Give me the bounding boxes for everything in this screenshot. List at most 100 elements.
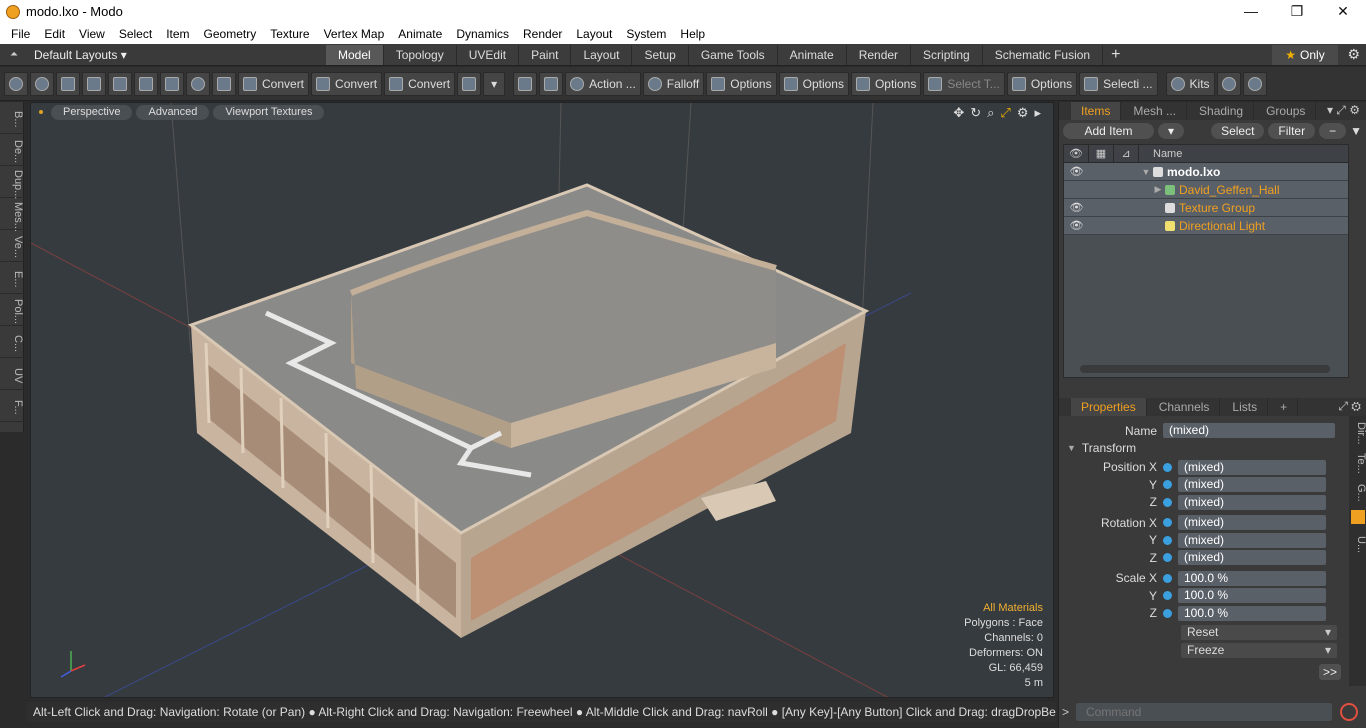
visibility-eye-icon[interactable]: 👁 [1064,165,1089,178]
tab-layout[interactable]: Layout [571,44,633,65]
horizontal-scrollbar[interactable] [1080,365,1330,373]
menu-help[interactable]: Help [673,27,712,41]
gear-icon[interactable]: ⚙ [1347,46,1360,63]
left-tab-uv[interactable]: UV [0,358,24,390]
pan-icon[interactable]: ✥ [953,105,964,121]
tab-animate[interactable]: Animate [777,44,847,65]
list-item[interactable]: 👁 Texture Group [1064,199,1348,217]
menu-system[interactable]: System [619,27,673,41]
add-tab-icon[interactable]: + [1270,398,1299,416]
side-tab-group[interactable]: G... [1349,476,1366,506]
cube-dropdown-button[interactable] [457,71,482,96]
advanced-button[interactable]: Advanced [136,104,210,120]
dropdown-arrow-button[interactable]: ▾ [483,71,506,96]
tab-model[interactable]: Model [326,44,384,65]
options-button-2[interactable]: Options [778,71,849,96]
left-tab-fusion[interactable]: F... [0,390,24,422]
keyframe-dot-icon[interactable] [1163,480,1172,490]
left-tab-vertex[interactable]: Ve... [0,230,24,262]
vertex-mode-button[interactable] [4,71,28,96]
menu-edit[interactable]: Edit [37,27,72,41]
left-tab-polygon[interactable]: Pol... [0,294,24,326]
side-tab-directional[interactable]: Dir... [1349,416,1366,446]
layout-selector[interactable]: ⏶ Default Layouts ▾ [0,48,326,62]
falloff-button[interactable]: Falloff [642,71,705,96]
panel-menu-icon[interactable]: ⤢ ⚙ [1338,399,1361,414]
3d-viewport[interactable]: Perspective Advanced Viewport Textures ✥… [30,102,1054,698]
color-swatch[interactable] [1351,510,1365,524]
tab-render[interactable]: Render [846,44,912,65]
menu-dynamics[interactable]: Dynamics [449,27,516,41]
menu-file[interactable]: File [4,27,37,41]
menu-select[interactable]: Select [112,27,159,41]
collapse-button[interactable]: − [1319,123,1347,139]
left-tab-basic[interactable]: B... [0,102,24,134]
keyframe-dot-icon[interactable] [1163,608,1172,618]
funnel-icon[interactable]: ▼ [1350,124,1362,138]
menu-view[interactable]: View [72,27,112,41]
visibility-eye-icon[interactable]: 👁 [1064,201,1089,214]
tab-shading[interactable]: Shading [1189,102,1255,120]
name-column-header[interactable]: Name [1139,148,1182,160]
panel-menu-icon[interactable]: ▾ ⤢ ⚙ [1327,103,1360,118]
tab-uvedit[interactable]: UVEdit [456,44,520,65]
tab-schematic-fusion[interactable]: Schematic Fusion [982,44,1104,65]
select-button[interactable]: Select [1211,123,1265,139]
brush-tool-button[interactable] [82,71,106,96]
name-field[interactable]: (mixed) [1163,423,1335,439]
maximize-viewport-icon[interactable]: ⤢ [1000,105,1010,121]
rotate-icon[interactable]: ↻ [970,105,981,121]
rotation-y-field[interactable]: (mixed) [1178,532,1326,548]
action-center-button[interactable]: Action ... [565,71,641,96]
options-button-4[interactable]: Options [1006,71,1078,96]
convert-button-1[interactable]: Convert [238,71,310,96]
left-tab-mesh[interactable]: Mes... [0,198,24,232]
keyframe-dot-icon[interactable] [1163,573,1172,583]
keyframe-dot-icon[interactable] [1163,497,1172,507]
zoom-icon[interactable]: ⌕ [987,105,994,121]
menu-layout[interactable]: Layout [569,27,619,41]
menu-texture[interactable]: Texture [263,27,316,41]
lock-column-icon[interactable]: ▦ [1089,144,1114,163]
viewport-gear-icon[interactable]: ⚙ [1017,105,1029,121]
snapping-button[interactable] [539,71,564,96]
rotation-z-field[interactable]: (mixed) [1178,550,1326,566]
left-tab-edge[interactable]: E... [0,262,24,294]
list-item[interactable]: ▶ David_Geffen_Hall [1064,181,1348,199]
collapse-icon[interactable]: ⏶ [10,49,18,60]
tab-properties[interactable]: Properties [1071,398,1147,416]
pen-tool-button[interactable] [56,71,80,96]
unity-button[interactable] [1216,71,1241,96]
close-button[interactable]: ✕ [1320,0,1366,23]
reset-dropdown[interactable]: Reset [1181,625,1337,640]
type-column-icon[interactable]: ⊿ [1114,144,1139,163]
tab-scripting[interactable]: Scripting [911,44,983,65]
add-item-dropdown[interactable]: ▾ [1157,123,1184,139]
expand-triangle-icon[interactable]: ▶ [1151,184,1165,195]
add-tab-icon[interactable]: + [1103,46,1128,64]
keyframe-dot-icon[interactable] [1163,518,1172,528]
command-history-button[interactable] [1340,703,1358,721]
menu-item[interactable]: Item [159,27,196,41]
viewport-menu-icon[interactable]: ▸ [1034,105,1041,121]
convert-button-2[interactable]: Convert [311,71,383,96]
scale-x-field[interactable]: 100.0 % [1178,570,1326,586]
kits-button[interactable]: Kits [1165,71,1215,96]
options-button-1[interactable]: Options [706,71,777,96]
tab-topology[interactable]: Topology [383,44,457,65]
unreal-button[interactable] [1242,71,1267,96]
tab-groups[interactable]: Groups [1256,102,1317,120]
tab-items[interactable]: Items [1071,102,1122,120]
position-x-field[interactable]: (mixed) [1178,459,1326,475]
scale-z-field[interactable]: 100.0 % [1178,605,1326,621]
command-input[interactable] [1076,703,1332,721]
minimize-button[interactable]: — [1228,0,1274,23]
transform-section[interactable]: ▼ Transform [1059,440,1366,456]
keyframe-dot-icon[interactable] [1163,535,1172,545]
material-mode-button[interactable] [186,71,210,96]
tab-mesh[interactable]: Mesh ... [1123,102,1188,120]
globe-mode-button[interactable] [30,71,54,96]
keyframe-dot-icon[interactable] [1163,462,1172,472]
menu-geometry[interactable]: Geometry [197,27,264,41]
tab-lists[interactable]: Lists [1222,398,1269,416]
